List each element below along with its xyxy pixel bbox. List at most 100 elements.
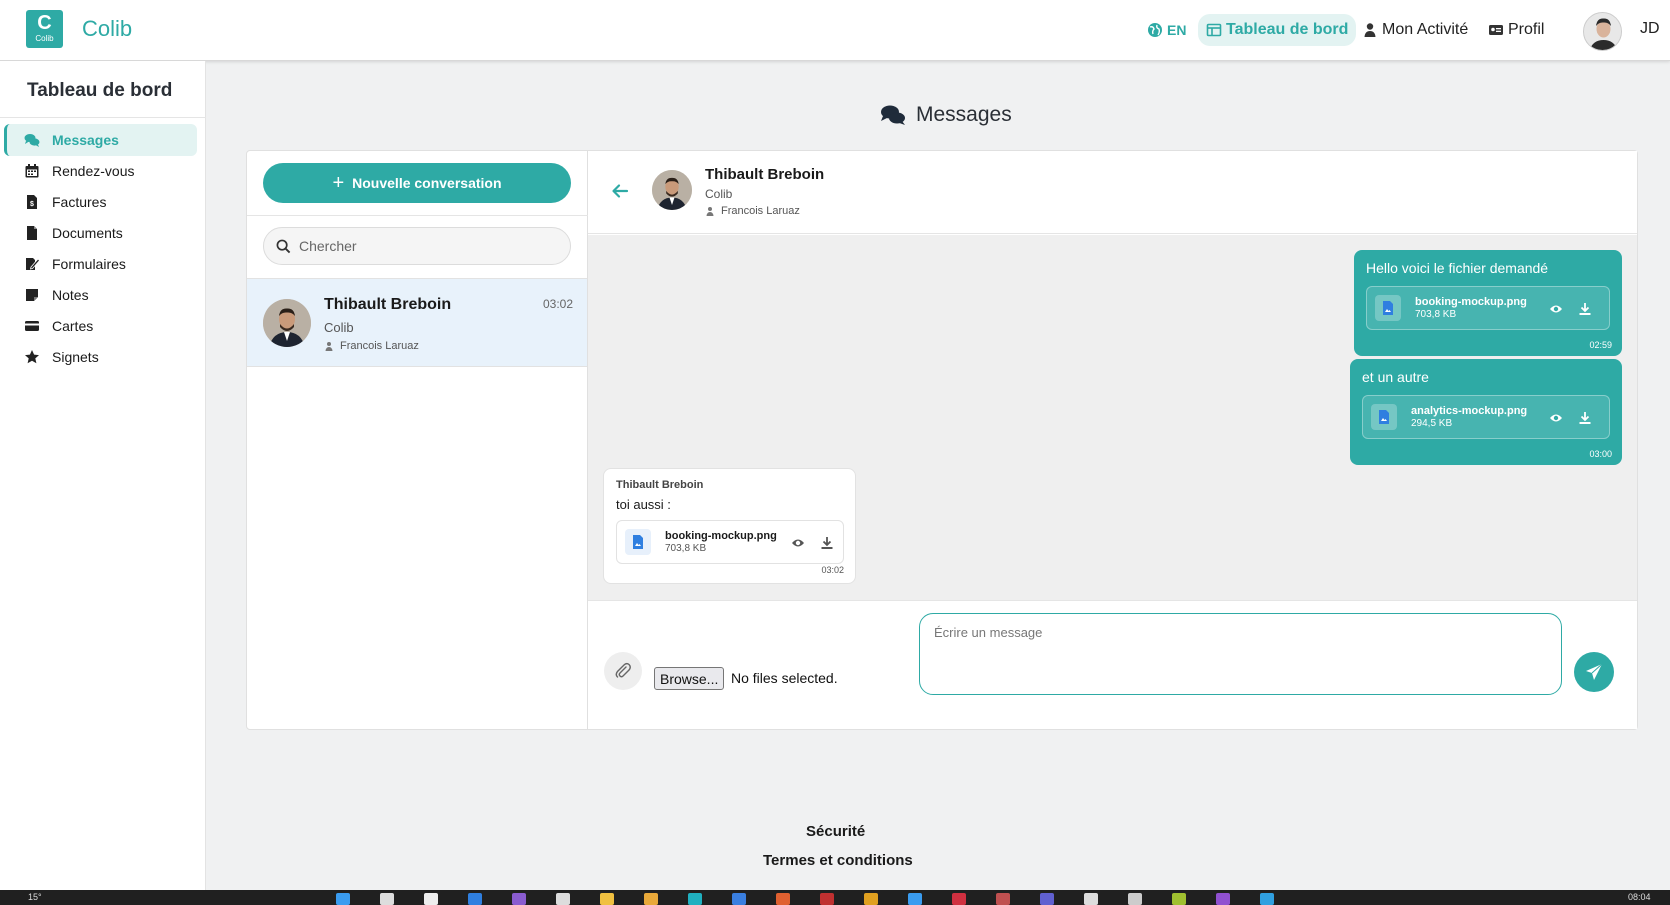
- chat-column: Thibault Breboin Colib Francois Laruaz H…: [588, 151, 1637, 729]
- message-time: 03:02: [821, 565, 844, 575]
- app-icon[interactable]: [1128, 893, 1142, 905]
- file-attachment[interactable]: booking-mockup.png 703,8 KB: [616, 520, 844, 564]
- sidebar-item-label: Signets: [52, 349, 99, 365]
- nav-profile[interactable]: Profil: [1488, 14, 1544, 46]
- user-icon: [1364, 23, 1376, 37]
- sidebar-item-formulaires[interactable]: Formulaires: [4, 248, 197, 280]
- image-file-icon: [1375, 295, 1401, 321]
- attach-button[interactable]: [604, 652, 642, 690]
- folder-icon[interactable]: [644, 893, 658, 905]
- star-icon: [25, 350, 39, 364]
- sidebar-item-cartes[interactable]: Cartes: [4, 310, 197, 342]
- footer-link-security[interactable]: Sécurité: [806, 823, 865, 840]
- send-button[interactable]: [1574, 652, 1614, 692]
- message-input-placeholder: Écrire un message: [934, 625, 1043, 640]
- sidebar-item-label: Messages: [52, 132, 119, 148]
- sidebar-item-label: Rendez-vous: [52, 163, 135, 179]
- app-icon[interactable]: [864, 893, 878, 905]
- svg-text:$: $: [30, 201, 34, 208]
- download-icon[interactable]: [1578, 302, 1592, 316]
- message-bubble-outgoing: et un autre analytics-mockup.png 294,5 K…: [1350, 359, 1622, 465]
- file-attachment[interactable]: booking-mockup.png 703,8 KB: [1366, 286, 1610, 330]
- colib-logo[interactable]: C Colib: [26, 10, 63, 48]
- sidebar-item-label: Documents: [52, 225, 123, 241]
- message-thread: Hello voici le fichier demandé booking-m…: [588, 235, 1637, 600]
- user-icon: [325, 342, 333, 351]
- nav-activity[interactable]: Mon Activité: [1362, 14, 1468, 46]
- divider: [247, 215, 588, 216]
- message-text: Hello voici le fichier demandé: [1366, 260, 1549, 276]
- sidebar-item-rendez-vous[interactable]: Rendez-vous: [4, 155, 197, 187]
- page-title: Messages: [880, 100, 1012, 130]
- sidebar-item-messages[interactable]: Messages: [4, 124, 197, 156]
- language-label: EN: [1167, 22, 1187, 38]
- app-icon[interactable]: [996, 893, 1010, 905]
- conversation-person: Francois Laruaz: [324, 340, 419, 352]
- eye-icon[interactable]: [1549, 411, 1563, 425]
- app-icon[interactable]: [688, 893, 702, 905]
- eye-icon[interactable]: [1549, 302, 1563, 316]
- chat-contact-name: Thibault Breboin: [705, 166, 825, 183]
- conversation-time: 03:02: [542, 297, 573, 311]
- file-name: booking-mockup.png: [1415, 296, 1527, 308]
- footer-link-terms[interactable]: Termes et conditions: [763, 852, 913, 869]
- user-avatar[interactable]: [1583, 12, 1622, 51]
- nav-dashboard[interactable]: Tableau de bord: [1198, 14, 1357, 46]
- app-icon[interactable]: [776, 893, 790, 905]
- browse-button[interactable]: Browse...: [654, 667, 725, 690]
- app-icon[interactable]: [556, 893, 570, 905]
- file-size: 294,5 KB: [1411, 418, 1453, 429]
- task-view-icon[interactable]: [424, 893, 438, 905]
- chat-header: Thibault Breboin Colib Francois Laruaz: [588, 151, 1637, 234]
- conversation-list-column: + Nouvelle conversation Chercher Thibaul…: [247, 151, 588, 729]
- app-icon[interactable]: [1040, 893, 1054, 905]
- app-icon[interactable]: [820, 893, 834, 905]
- file-name: booking-mockup.png: [665, 530, 777, 542]
- app-icon[interactable]: [1216, 893, 1230, 905]
- start-icon[interactable]: [336, 893, 350, 905]
- app-icon[interactable]: [908, 893, 922, 905]
- file-size: 703,8 KB: [1415, 309, 1457, 320]
- eye-icon[interactable]: [791, 536, 805, 550]
- app-icon[interactable]: [1172, 893, 1186, 905]
- note-icon: [26, 289, 38, 301]
- nav-activity-label: Mon Activité: [1382, 21, 1469, 38]
- nav-dashboard-label: Tableau de bord: [1226, 21, 1349, 38]
- message-input[interactable]: Écrire un message: [919, 613, 1562, 695]
- sidebar-item-factures[interactable]: $ Factures: [4, 186, 197, 218]
- contact-avatar: [652, 170, 692, 210]
- conversation-item[interactable]: Thibault Breboin 03:02 Colib Francois La…: [247, 278, 587, 367]
- message-time: 02:59: [1589, 340, 1612, 350]
- app-icon[interactable]: [512, 893, 526, 905]
- app-icon[interactable]: [1084, 893, 1098, 905]
- brand-name[interactable]: Colib: [82, 16, 132, 42]
- app-icon[interactable]: [1260, 893, 1274, 905]
- search-input[interactable]: Chercher: [263, 227, 571, 265]
- sidebar-item-signets[interactable]: Signets: [4, 341, 197, 373]
- app-icon[interactable]: [468, 893, 482, 905]
- sidebar-item-label: Notes: [52, 287, 89, 303]
- sidebar-item-label: Factures: [52, 194, 107, 210]
- search-icon[interactable]: [380, 893, 394, 905]
- app-icon[interactable]: [952, 893, 966, 905]
- conversation-org: Colib: [324, 320, 354, 335]
- download-icon[interactable]: [1578, 411, 1592, 425]
- new-conversation-button[interactable]: + Nouvelle conversation: [263, 163, 571, 203]
- sidebar-item-notes[interactable]: Notes: [4, 279, 197, 311]
- new-conversation-label: Nouvelle conversation: [352, 175, 502, 191]
- back-arrow-icon[interactable]: [610, 181, 630, 201]
- search-placeholder: Chercher: [299, 238, 357, 254]
- sidebar-item-label: Formulaires: [52, 256, 126, 272]
- sidebar-item-label: Cartes: [52, 318, 94, 334]
- language-switcher[interactable]: EN: [1147, 14, 1186, 46]
- app-icon[interactable]: [732, 893, 746, 905]
- download-icon[interactable]: [820, 536, 834, 550]
- user-initials[interactable]: JD: [1640, 20, 1660, 38]
- comments-icon: [881, 105, 905, 125]
- sidebar-item-documents[interactable]: Documents: [4, 217, 197, 249]
- file-attachment[interactable]: analytics-mockup.png 294,5 KB: [1362, 395, 1610, 439]
- message-bubble-incoming: Thibault Breboin toi aussi : booking-moc…: [603, 468, 856, 584]
- message-text: toi aussi :: [616, 497, 671, 512]
- image-file-icon: [625, 529, 651, 555]
- app-icon[interactable]: [600, 893, 614, 905]
